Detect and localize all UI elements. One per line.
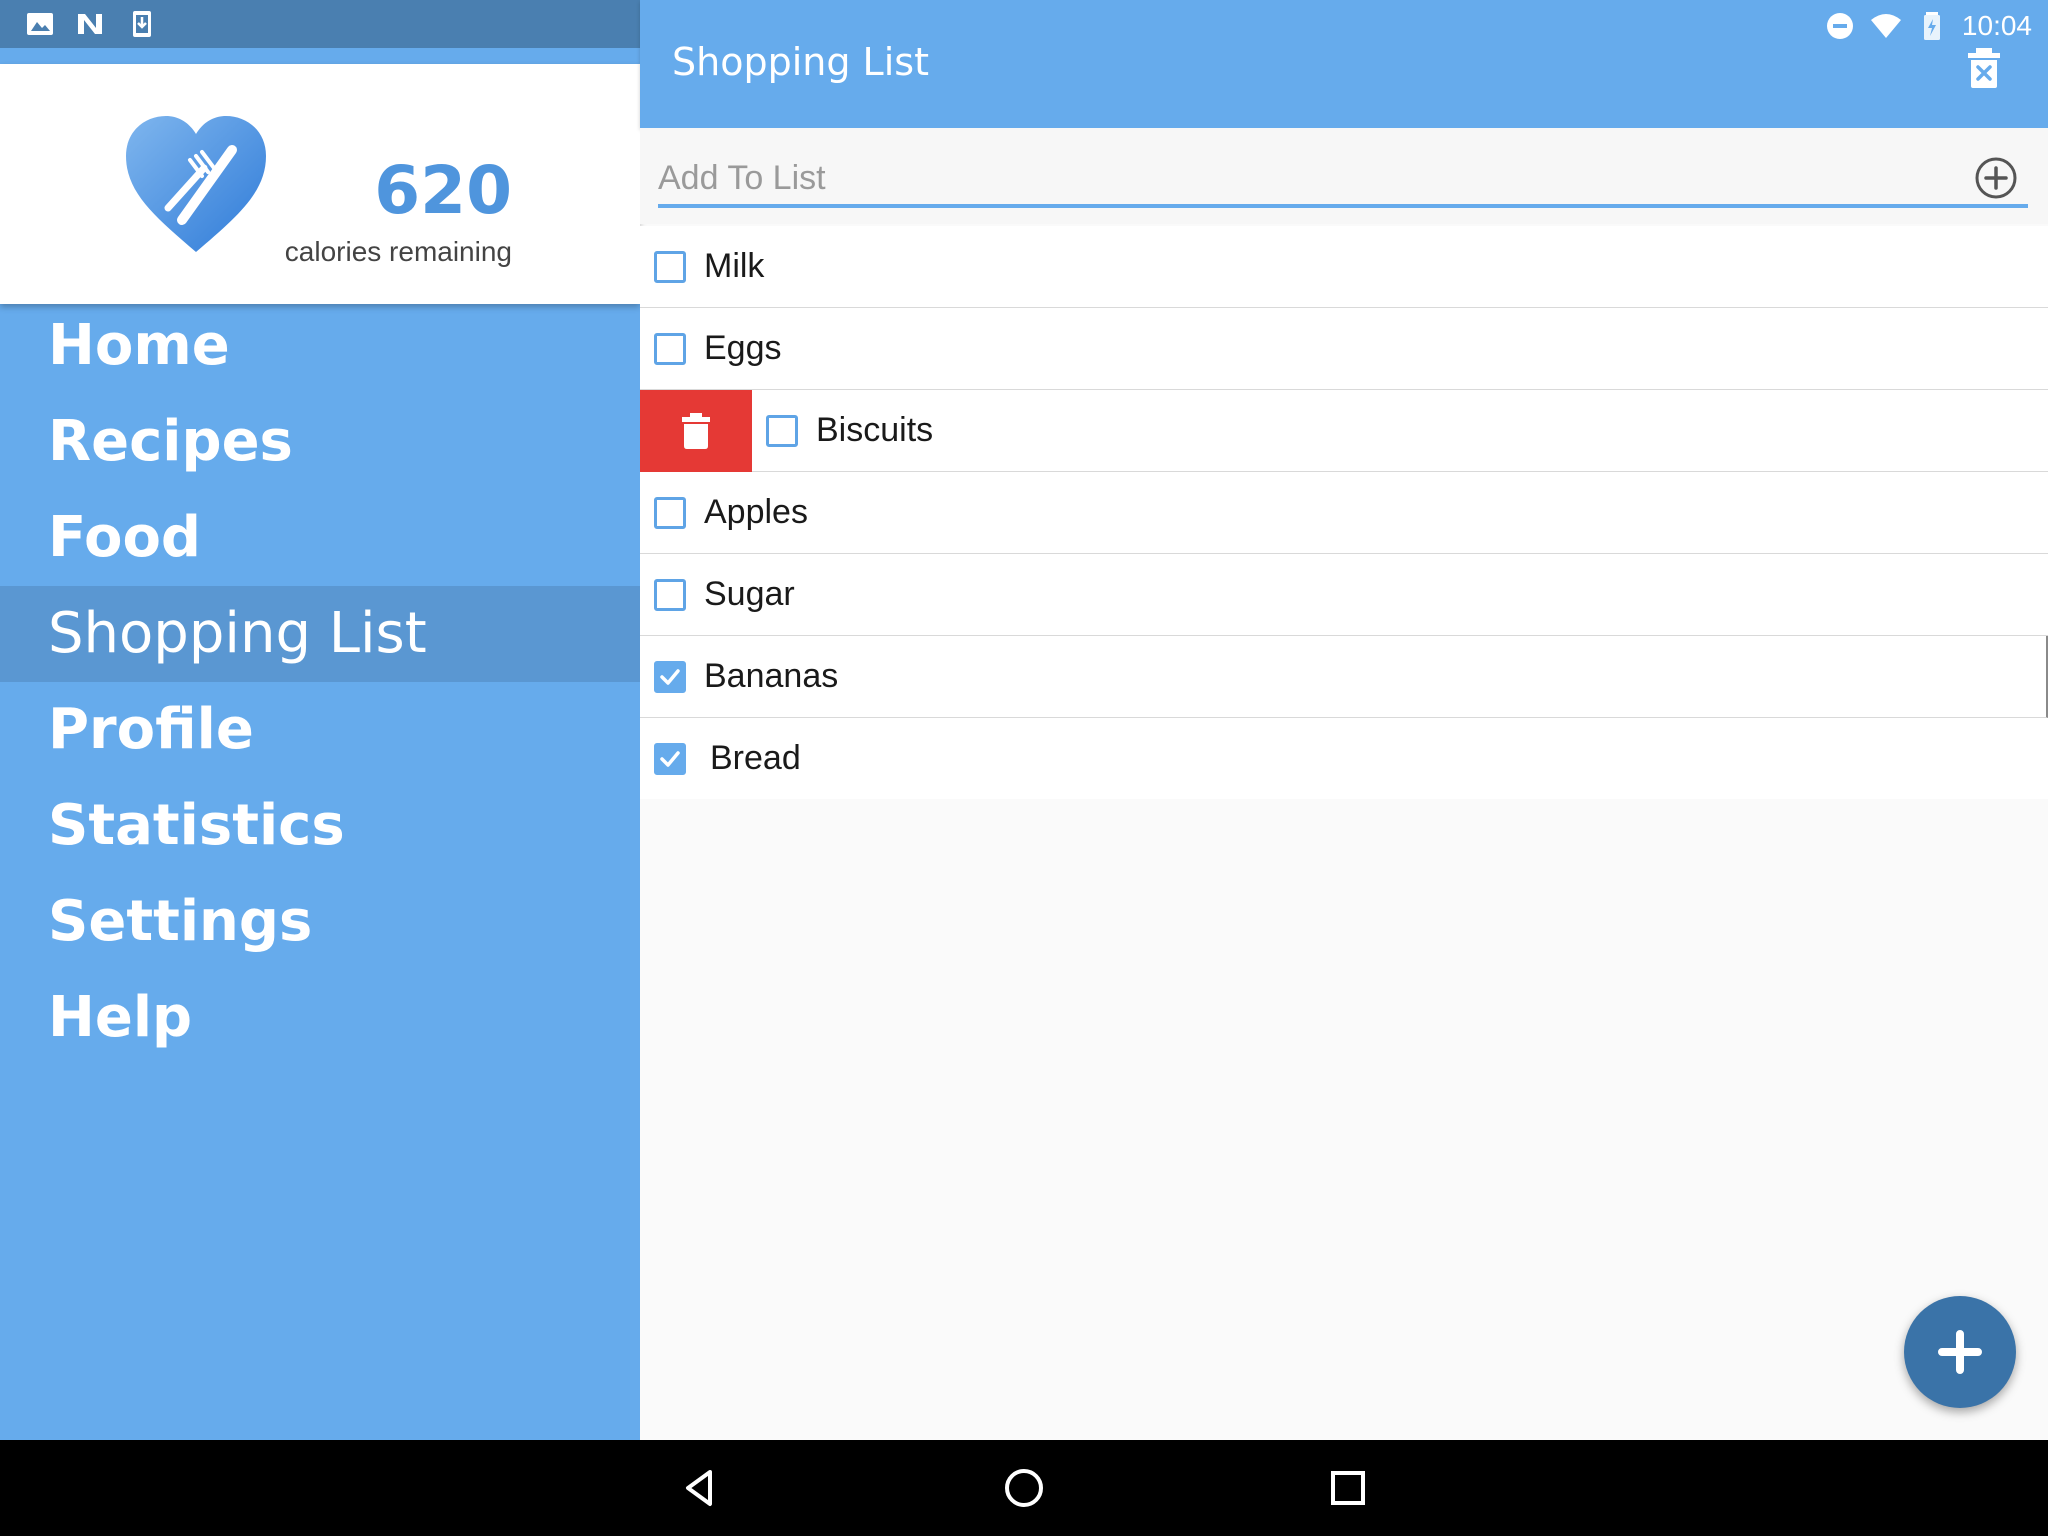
- list-item[interactable]: Apples: [640, 472, 2048, 554]
- delete-list-icon[interactable]: [1964, 46, 2004, 90]
- item-label: Biscuits: [816, 411, 934, 449]
- list-item[interactable]: Eggs: [640, 308, 2048, 390]
- check-icon: [660, 750, 680, 767]
- back-icon[interactable]: [672, 1460, 728, 1516]
- drawer-menu: Home Recipes Food Shopping List Profile …: [0, 298, 640, 1066]
- item-label: Bananas: [704, 657, 839, 695]
- item-label: Bread: [710, 739, 801, 777]
- recents-icon[interactable]: [1320, 1460, 1376, 1516]
- do-not-disturb-icon: [1826, 13, 1853, 39]
- item-checkbox[interactable]: [654, 250, 686, 283]
- drawer-header: 620 calories remaining: [0, 64, 640, 304]
- plus-icon: [1938, 1330, 1982, 1374]
- check-icon: [660, 668, 680, 685]
- n-logo-icon: [78, 14, 102, 34]
- shopping-list: Milk Eggs Biscuits Apples Sugar Bananas: [640, 226, 2048, 799]
- status-bar-left: [0, 0, 640, 48]
- menu-item-shopping-list[interactable]: Shopping List: [0, 586, 640, 682]
- trash-icon: [682, 412, 710, 449]
- list-item[interactable]: Bananas: [640, 636, 2048, 718]
- system-navigation-bar: [0, 1440, 2048, 1536]
- item-checkbox[interactable]: [654, 578, 686, 611]
- menu-item-settings[interactable]: Settings: [0, 874, 640, 970]
- menu-item-recipes[interactable]: Recipes: [0, 394, 640, 490]
- item-checkbox-checked[interactable]: [654, 660, 686, 693]
- status-bar-right: 10:04: [1824, 6, 2032, 46]
- list-item[interactable]: Bread: [640, 718, 2048, 799]
- list-item[interactable]: Sugar: [640, 554, 2048, 636]
- menu-item-profile[interactable]: Profile: [0, 682, 640, 778]
- status-clock: 10:04: [1961, 10, 2032, 41]
- menu-item-statistics[interactable]: Statistics: [0, 778, 640, 874]
- item-label: Sugar: [704, 575, 795, 613]
- battery-charging-icon: [1923, 12, 1940, 40]
- heart-fork-knife-logo: [126, 116, 266, 252]
- download-icon: [133, 11, 151, 37]
- add-circle-icon[interactable]: [1974, 156, 2018, 200]
- add-to-list-input[interactable]: [658, 152, 2028, 208]
- wifi-icon: [1870, 14, 1901, 38]
- calories-remaining-value: 620: [374, 152, 512, 229]
- menu-item-help[interactable]: Help: [0, 970, 640, 1066]
- navigation-drawer: 620 calories remaining Home Recipes Food…: [0, 0, 640, 1440]
- item-label: Milk: [704, 247, 765, 285]
- item-label: Eggs: [704, 329, 782, 367]
- add-item-row: [640, 128, 2048, 224]
- image-icon: [27, 13, 53, 35]
- status-strip: [0, 48, 640, 64]
- item-checkbox[interactable]: [766, 414, 798, 447]
- app-toolbar: Shopping List 10:04: [640, 0, 2048, 128]
- item-label: Apples: [704, 493, 808, 531]
- add-fab-button[interactable]: [1904, 1296, 2016, 1408]
- swipe-delete-button[interactable]: [640, 389, 752, 472]
- page-title: Shopping List: [672, 40, 929, 84]
- item-checkbox-checked[interactable]: [654, 742, 686, 775]
- menu-item-home[interactable]: Home: [0, 298, 640, 394]
- home-icon[interactable]: [996, 1460, 1052, 1516]
- calories-remaining-label: calories remaining: [284, 236, 512, 267]
- list-item[interactable]: Biscuits: [640, 389, 2048, 472]
- item-checkbox[interactable]: [654, 332, 686, 365]
- menu-item-food[interactable]: Food: [0, 490, 640, 586]
- list-item[interactable]: Milk: [640, 226, 2048, 308]
- item-checkbox[interactable]: [654, 496, 686, 529]
